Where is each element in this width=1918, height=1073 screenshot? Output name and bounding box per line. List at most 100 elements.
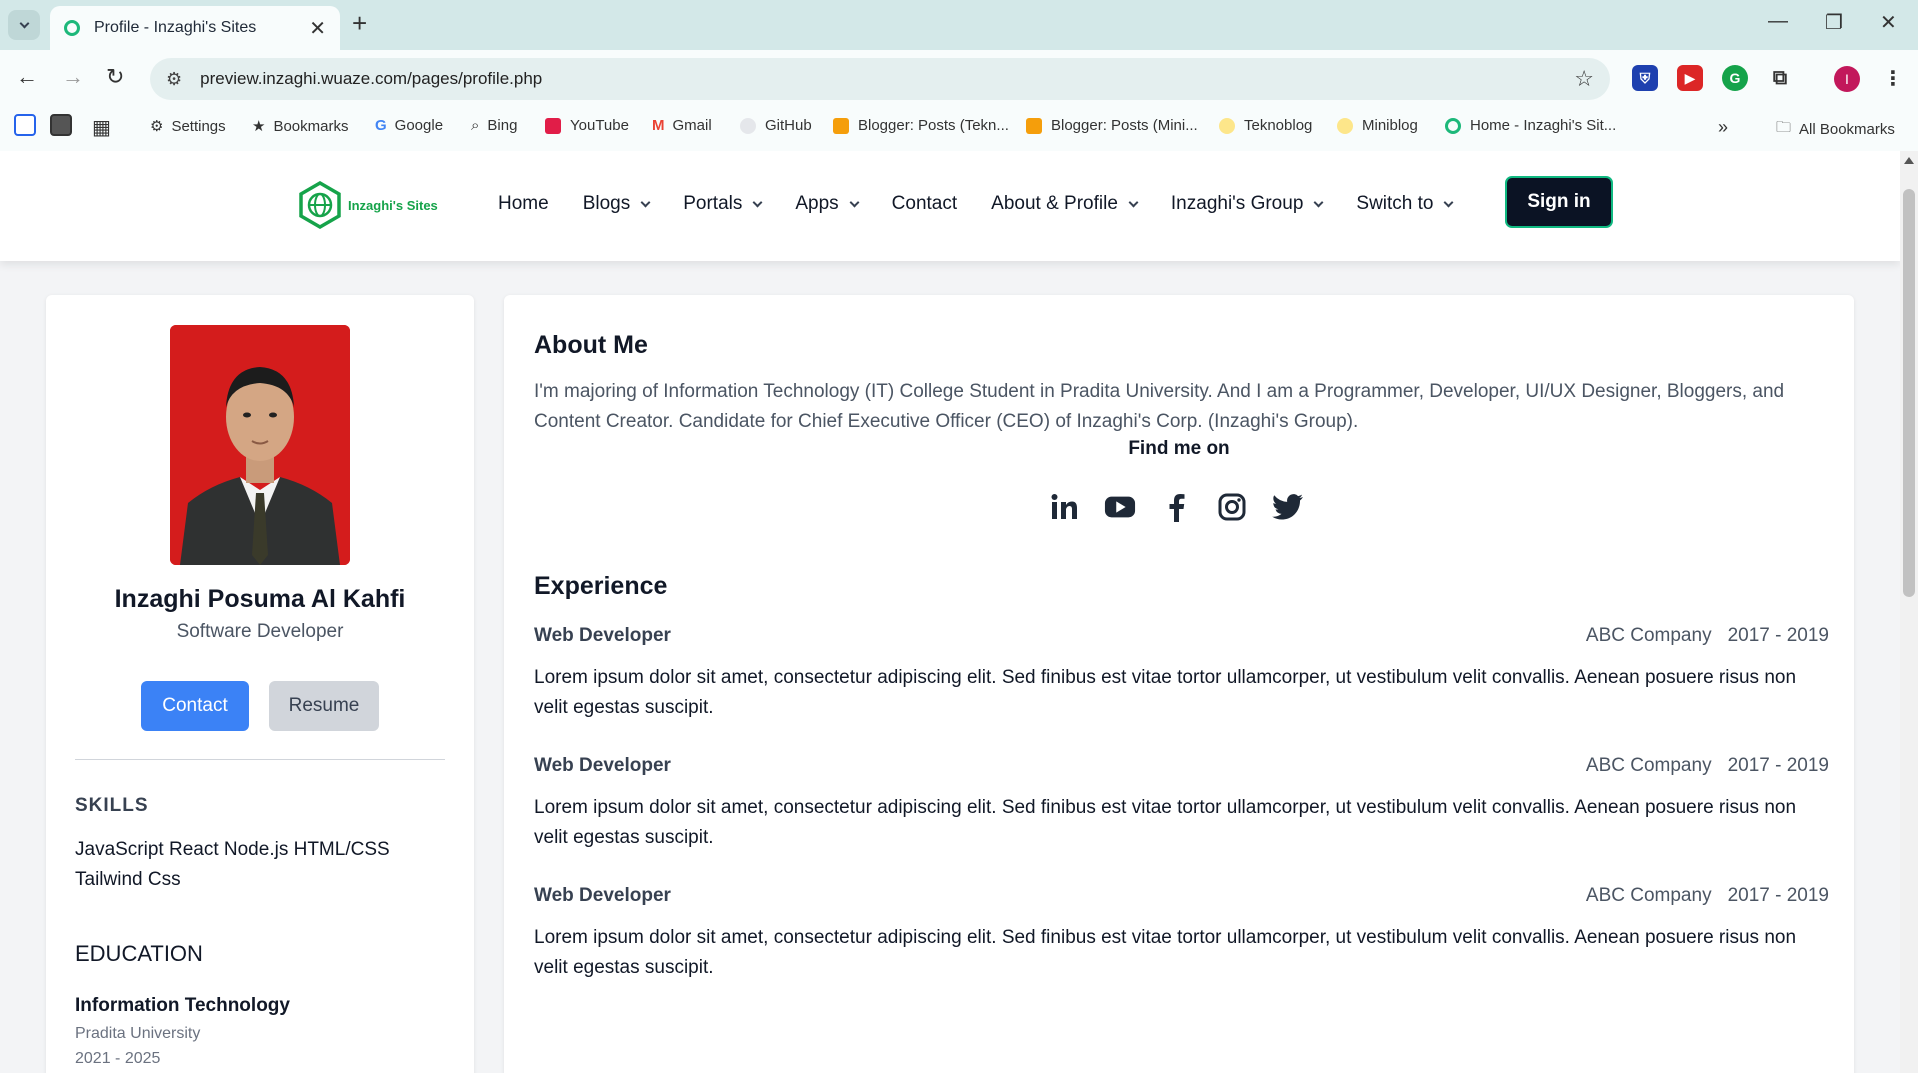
site-info-icon[interactable]: ⚙ <box>166 69 182 90</box>
education-years: 2021 - 2025 <box>75 1050 161 1067</box>
url-text: preview.inzaghi.wuaze.com/pages/profile.… <box>200 69 543 88</box>
forward-button[interactable]: → <box>62 64 84 90</box>
bookmark-github[interactable]: GitHub <box>740 117 812 134</box>
nav-inzaghis-group[interactable]: Inzaghi's Group <box>1171 193 1324 215</box>
bookmark-star-icon[interactable]: ☆ <box>1574 66 1594 92</box>
all-bookmarks[interactable]: 🗀 All Bookmarks <box>1776 117 1895 142</box>
bookmark-bookmarks[interactable]: ★ Bookmarks <box>252 117 348 136</box>
star-icon: ★ <box>252 118 266 135</box>
experience-years: 2017 - 2019 <box>1727 885 1829 906</box>
youtube-icon[interactable] <box>1104 491 1136 523</box>
experience-description: Lorem ipsum dolor sit amet, consectetur … <box>534 667 1797 718</box>
bookmark-teknoblog[interactable]: Teknoblog <box>1219 117 1312 134</box>
scroll-up-arrow-icon[interactable] <box>1904 157 1914 164</box>
profile-name: Inzaghi Posuma Al Kahfi <box>114 585 406 613</box>
reload-button[interactable]: ↻ <box>106 64 124 90</box>
blogger-icon <box>1026 117 1042 134</box>
site-favicon-icon <box>64 20 80 36</box>
resume-button[interactable]: Resume <box>269 681 379 731</box>
education-degree: Information Technology <box>75 995 290 1016</box>
folder-icon: 🗀 <box>1776 119 1792 136</box>
youtube-icon <box>545 117 561 134</box>
app-icon[interactable] <box>14 114 36 136</box>
nav-apps[interactable]: Apps <box>795 193 860 215</box>
gmail-icon: M <box>652 117 665 134</box>
tab-search-button[interactable] <box>8 10 40 40</box>
chevron-down-icon <box>640 197 651 207</box>
experience-role: Web Developer <box>534 625 671 646</box>
contact-button[interactable]: Contact <box>141 681 249 731</box>
bookmark-youtube[interactable]: YouTube <box>545 117 629 134</box>
address-bar[interactable]: ⚙ preview.inzaghi.wuaze.com/pages/profil… <box>150 58 1610 100</box>
nav-blogs[interactable]: Blogs <box>583 193 651 215</box>
shield-extension-icon[interactable]: ⛨ <box>1632 65 1658 91</box>
video-extension-icon[interactable]: ▶ <box>1677 65 1703 91</box>
bookmark-google[interactable]: G Google <box>375 117 443 134</box>
profile-title: Software Developer <box>176 621 344 642</box>
linkedin-icon[interactable] <box>1048 491 1080 523</box>
nav-portals[interactable]: Portals <box>683 193 763 215</box>
bookmark-settings[interactable]: ⚙ Settings <box>150 117 226 136</box>
chevron-down-icon <box>1128 197 1139 207</box>
divider <box>75 759 445 760</box>
profile-card: Inzaghi Posuma Al Kahfi Software Develop… <box>46 295 474 1073</box>
scroll-thumb[interactable] <box>1903 189 1915 597</box>
instagram-icon[interactable] <box>1216 491 1248 523</box>
extensions-icon[interactable]: ⧉ <box>1767 65 1793 91</box>
twitter-icon[interactable] <box>1272 491 1304 523</box>
experience-meta: ABC Company 2017 - 2019 <box>1586 885 1829 907</box>
chevron-down-icon <box>1313 197 1324 207</box>
back-button[interactable]: ← <box>16 64 38 90</box>
minimize-button[interactable]: — <box>1768 10 1788 33</box>
page-viewport: Inzaghi's Sites Home Blogs Portals Apps … <box>0 151 1900 1073</box>
active-tab[interactable]: Profile - Inzaghi's Sites ✕ <box>50 6 340 50</box>
sign-in-button[interactable]: Sign in <box>1505 176 1613 228</box>
person-portrait-icon <box>170 325 350 565</box>
bookmark-miniblog[interactable]: Miniblog <box>1337 117 1418 134</box>
tab-strip: Profile - Inzaghi's Sites ✕ + — ❐ ✕ <box>0 0 1918 50</box>
browser-toolbar: ← → ↻ ⚙ preview.inzaghi.wuaze.com/pages/… <box>0 50 1918 107</box>
experience-company: ABC Company <box>1585 625 1712 646</box>
bookmark-blogger-tekno[interactable]: Blogger: Posts (Tekn... <box>833 117 1009 134</box>
restore-button[interactable]: ❐ <box>1825 10 1843 35</box>
find-me-heading: Find me on <box>1128 438 1230 459</box>
bookmark-gmail[interactable]: M Gmail <box>652 117 712 134</box>
close-window-button[interactable]: ✕ <box>1880 10 1897 35</box>
grammarly-icon[interactable]: G <box>1722 65 1748 91</box>
github-icon <box>740 117 756 134</box>
education-heading: EDUCATION <box>75 941 203 966</box>
experience-company: ABC Company <box>1585 755 1712 776</box>
nav-about-profile[interactable]: About & Profile <box>991 193 1139 215</box>
close-icon[interactable]: ✕ <box>309 16 326 41</box>
experience-meta: ABC Company 2017 - 2019 <box>1586 755 1829 777</box>
site-icon <box>1337 117 1353 134</box>
bookmark-home[interactable]: Home - Inzaghi's Sit... <box>1445 117 1616 134</box>
skills-list: JavaScript React Node.js HTML/CSS Tailwi… <box>75 839 390 890</box>
nav-home[interactable]: Home <box>498 193 549 215</box>
profile-photo <box>170 325 350 565</box>
experience-role: Web Developer <box>534 885 671 906</box>
profile-avatar[interactable]: I <box>1834 66 1860 92</box>
app-icon[interactable] <box>50 114 72 136</box>
site-icon <box>1445 117 1461 134</box>
more-bookmarks-icon[interactable]: » <box>1718 117 1728 138</box>
experience-years: 2017 - 2019 <box>1727 755 1829 776</box>
about-text: I'm majoring of Information Technology (… <box>534 381 1785 432</box>
chevron-down-icon <box>752 197 763 207</box>
experience-meta: ABC Company 2017 - 2019 <box>1586 625 1829 647</box>
page-scrollbar[interactable] <box>1900 151 1918 1073</box>
nav-switch-to[interactable]: Switch to <box>1356 193 1454 215</box>
tab-title: Profile - Inzaghi's Sites <box>94 19 257 36</box>
experience-heading: Experience <box>534 572 668 600</box>
site-icon <box>1219 117 1235 134</box>
site-header: Inzaghi's Sites Home Blogs Portals Apps … <box>0 151 1900 261</box>
new-tab-button[interactable]: + <box>352 8 367 39</box>
more-menu-icon[interactable]: ⋮ <box>1880 65 1906 91</box>
bookmark-bing[interactable]: ⌕ Bing <box>471 117 517 134</box>
nav-contact[interactable]: Contact <box>892 193 957 215</box>
about-heading: About Me <box>534 331 648 359</box>
facebook-icon[interactable] <box>1160 491 1192 523</box>
apps-grid-icon[interactable]: ▦ <box>92 115 111 140</box>
site-logo[interactable]: Inzaghi's Sites <box>298 181 438 229</box>
bookmark-blogger-mini[interactable]: Blogger: Posts (Mini... <box>1026 117 1198 134</box>
